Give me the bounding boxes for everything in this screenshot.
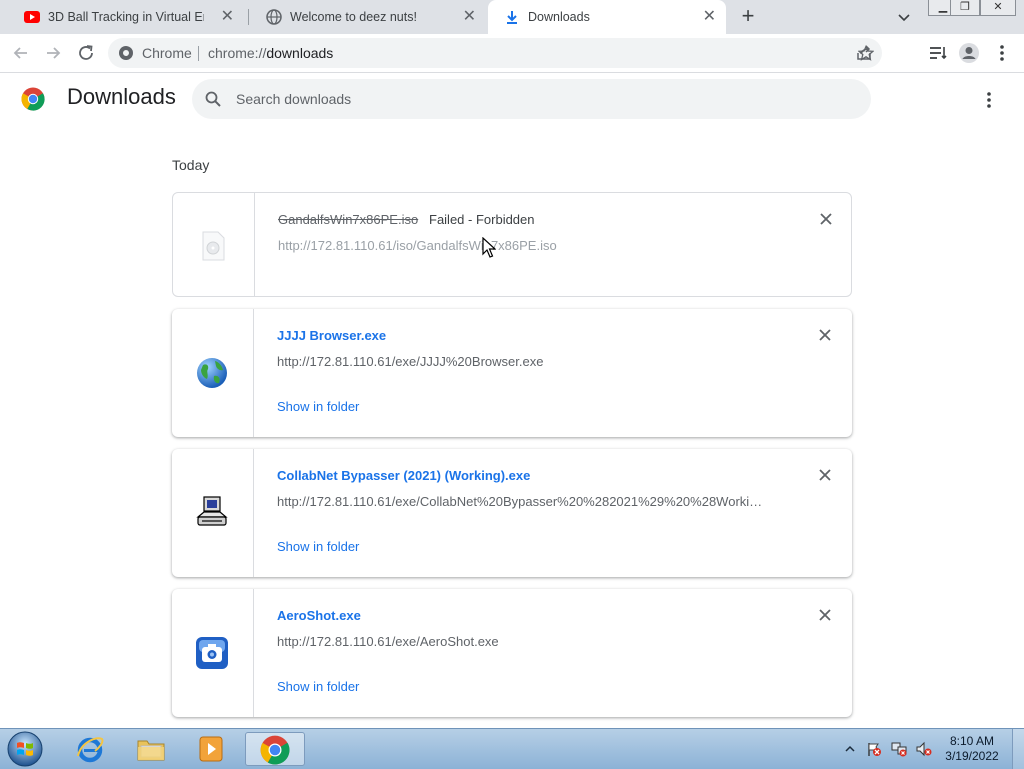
search-box bbox=[192, 79, 871, 119]
download-url[interactable]: http://172.81.110.61/exe/JJJJ%20Browser.… bbox=[277, 354, 767, 369]
globe-icon bbox=[266, 9, 282, 25]
youtube-icon bbox=[24, 11, 40, 23]
forward-arrow-icon[interactable] bbox=[42, 42, 64, 64]
tab-close-icon[interactable]: ✕ bbox=[703, 0, 716, 34]
file-icon bbox=[202, 231, 225, 261]
tab-close-icon[interactable]: ✕ bbox=[463, 0, 476, 34]
close-window-button[interactable]: ✕ bbox=[980, 0, 1016, 16]
tab-search-chevron-icon[interactable] bbox=[895, 8, 913, 26]
show-in-folder-link[interactable]: Show in folder bbox=[277, 539, 359, 554]
show-in-folder-link[interactable]: Show in folder bbox=[277, 399, 359, 414]
taskbar-internet-explorer[interactable] bbox=[62, 732, 118, 766]
download-status: Failed - Forbidden bbox=[429, 212, 535, 227]
file-icon-column bbox=[172, 449, 254, 577]
page-title: Downloads bbox=[67, 84, 176, 109]
remove-from-list-icon[interactable] bbox=[817, 210, 835, 228]
tab-divider bbox=[248, 9, 249, 25]
taskbar-media-player[interactable] bbox=[184, 732, 240, 766]
tab-close-icon[interactable]: ✕ bbox=[221, 0, 234, 34]
tab-downloads[interactable]: Downloads ✕ bbox=[488, 0, 726, 34]
file-icon-column bbox=[173, 193, 255, 296]
globe-icon bbox=[197, 358, 227, 388]
clock-date: 3/19/2022 bbox=[945, 749, 999, 763]
download-item: CollabNet Bypasser (2021) (Working).exe … bbox=[172, 449, 852, 577]
browser-toolbar: Chrome chrome://downloads bbox=[0, 34, 1024, 73]
download-filename-link[interactable]: CollabNet Bypasser (2021) (Working).exe bbox=[277, 468, 530, 483]
remove-from-list-icon[interactable] bbox=[816, 326, 834, 344]
download-icon bbox=[507, 11, 517, 24]
remove-from-list-icon[interactable] bbox=[816, 466, 834, 484]
system-clock[interactable]: 8:10 AM 3/19/2022 bbox=[942, 734, 1002, 764]
profile-avatar-icon[interactable] bbox=[958, 42, 980, 64]
download-item: AeroShot.exe http://172.81.110.61/exe/Ae… bbox=[172, 589, 852, 717]
search-input[interactable] bbox=[236, 79, 836, 119]
file-icon-column bbox=[172, 589, 254, 717]
chrome-page-icon bbox=[119, 46, 133, 60]
download-item-failed: GandalfsWin7x86PE.iso Failed - Forbidden… bbox=[172, 192, 852, 297]
media-player-icon bbox=[199, 736, 223, 762]
back-arrow-icon[interactable] bbox=[10, 42, 32, 64]
clock-time: 8:10 AM bbox=[949, 734, 995, 748]
browser-menu-icon[interactable] bbox=[991, 42, 1013, 64]
chrome-chip: Chrome bbox=[142, 45, 192, 61]
address-bar[interactable]: Chrome chrome://downloads bbox=[108, 38, 882, 68]
chrome-icon bbox=[260, 735, 290, 765]
taskbar-file-explorer[interactable] bbox=[123, 732, 179, 766]
computer-icon bbox=[196, 496, 228, 526]
tab-deez[interactable]: Welcome to deez nuts! ✕ bbox=[250, 0, 486, 34]
windows-taskbar: 8:10 AM 3/19/2022 bbox=[0, 728, 1024, 769]
tab-ball-tracking[interactable]: 3D Ball Tracking in Virtual Enviro ✕ bbox=[8, 0, 244, 34]
action-center-flag-icon[interactable] bbox=[866, 741, 882, 757]
url-scheme: chrome:// bbox=[208, 45, 267, 61]
reload-icon[interactable] bbox=[75, 42, 97, 64]
download-filename-link[interactable]: AeroShot.exe bbox=[277, 608, 361, 623]
network-icon[interactable] bbox=[891, 741, 907, 757]
omnibox-divider bbox=[198, 46, 199, 61]
start-button-windows-icon[interactable] bbox=[6, 730, 44, 768]
camera-icon bbox=[196, 637, 228, 669]
download-filename: GandalfsWin7x86PE.iso bbox=[278, 212, 419, 227]
remove-from-list-icon[interactable] bbox=[816, 606, 834, 624]
mouse-cursor-icon bbox=[482, 237, 496, 258]
download-url[interactable]: http://172.81.110.61/iso/GandalfsWin7x86… bbox=[278, 238, 768, 253]
download-item: JJJJ Browser.exe http://172.81.110.61/ex… bbox=[172, 309, 852, 437]
downloads-header: Downloads bbox=[0, 72, 1024, 128]
new-tab-button[interactable]: + bbox=[737, 0, 759, 34]
download-filename-link[interactable]: JJJJ Browser.exe bbox=[277, 328, 386, 343]
taskbar-chrome[interactable] bbox=[245, 732, 305, 766]
tab-title: 3D Ball Tracking in Virtual Enviro bbox=[48, 10, 204, 24]
restore-button[interactable]: ❐ bbox=[950, 0, 980, 16]
share-icon[interactable] bbox=[855, 44, 873, 62]
file-icon-column bbox=[172, 309, 254, 437]
search-icon[interactable] bbox=[204, 90, 222, 108]
tab-strip: 3D Ball Tracking in Virtual Enviro ✕ Wel… bbox=[0, 0, 1024, 34]
reading-list-icon[interactable] bbox=[927, 42, 949, 64]
download-url[interactable]: http://172.81.110.61/exe/AeroShot.exe bbox=[277, 634, 767, 649]
chrome-logo-icon bbox=[21, 87, 45, 111]
internet-explorer-icon bbox=[77, 737, 104, 763]
show-desktop-button[interactable] bbox=[1012, 729, 1024, 769]
folder-icon bbox=[137, 740, 165, 761]
url-path: downloads bbox=[266, 45, 334, 61]
show-hidden-icons-chevron-icon[interactable] bbox=[844, 741, 856, 757]
show-in-folder-link[interactable]: Show in folder bbox=[277, 679, 359, 694]
date-section-label: Today bbox=[172, 157, 210, 173]
tab-title: Welcome to deez nuts! bbox=[290, 10, 417, 24]
url-text: chrome://downloads bbox=[208, 38, 333, 68]
download-url[interactable]: http://172.81.110.61/exe/CollabNet%20Byp… bbox=[277, 494, 767, 509]
downloads-menu-icon[interactable] bbox=[979, 90, 999, 110]
tab-title: Downloads bbox=[528, 10, 590, 24]
volume-muted-icon[interactable] bbox=[916, 741, 932, 757]
